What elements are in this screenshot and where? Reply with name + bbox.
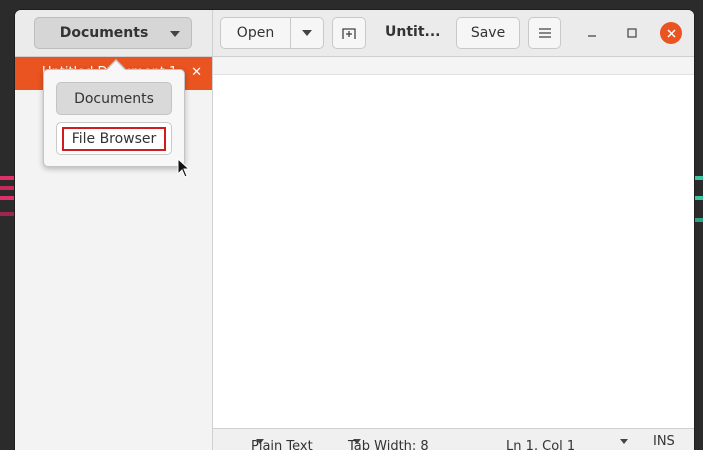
popover-file-browser-label: File Browser: [61, 126, 167, 151]
hamburger-menu-icon: [538, 28, 551, 38]
close-window-button[interactable]: [660, 22, 682, 44]
hamburger-menu-button[interactable]: [528, 17, 561, 49]
minimize-button[interactable]: [580, 21, 604, 45]
document-title: Untit...: [385, 24, 441, 40]
maximize-icon: [627, 28, 637, 38]
maximize-button[interactable]: [620, 21, 644, 45]
cursor-position-label: Ln 1, Col 1: [506, 439, 576, 450]
popover-file-browser-option[interactable]: File Browser: [56, 122, 172, 155]
chevron-down-icon: [620, 439, 628, 444]
position-dropdown[interactable]: [615, 434, 628, 449]
close-document-icon[interactable]: ✕: [191, 65, 202, 80]
language-selector[interactable]: Plain Text: [251, 434, 313, 450]
tab-width-selector[interactable]: Tab Width: 8: [348, 434, 429, 450]
status-bar: Plain Text Tab Width: 8 Ln 1, Col 1 INS: [213, 428, 694, 450]
desktop-stripe: [0, 176, 15, 180]
header-bar: Documents Open Untit... Save: [15, 10, 694, 57]
popover-documents-label: Documents: [74, 90, 154, 107]
chevron-down-icon: [170, 31, 180, 37]
desktop-stripe: [694, 196, 703, 200]
new-tab-icon: [342, 28, 356, 39]
open-recent-dropdown-button[interactable]: [290, 17, 324, 49]
tab-width-label: Tab Width: 8: [348, 439, 429, 450]
insert-mode-indicator[interactable]: INS: [653, 434, 675, 449]
desktop-stripe: [0, 212, 15, 216]
save-button[interactable]: Save: [456, 17, 520, 49]
desktop-stripe: [0, 196, 15, 200]
side-panel-switcher-label: Documents: [59, 25, 149, 41]
text-editor-area[interactable]: [213, 57, 694, 428]
chevron-down-icon: [302, 30, 312, 36]
popover-documents-option[interactable]: Documents: [56, 82, 172, 115]
desktop-stripe: [0, 186, 15, 190]
desktop-stripe: [694, 218, 703, 222]
mouse-pointer-icon: [177, 158, 191, 178]
language-label: Plain Text: [251, 439, 313, 450]
side-panel-switcher-button[interactable]: Documents: [34, 17, 192, 49]
open-button[interactable]: Open: [220, 17, 291, 49]
close-icon: [666, 28, 676, 38]
open-button-label: Open: [236, 25, 275, 41]
side-panel-popover: Documents File Browser: [43, 69, 185, 167]
desktop-stripe: [694, 176, 703, 180]
header-divider: [212, 10, 213, 56]
tab-strip: [213, 57, 694, 75]
minimize-icon: [588, 35, 596, 37]
new-tab-button[interactable]: [332, 17, 366, 49]
save-button-label: Save: [470, 25, 506, 41]
popover-arrow-fill: [107, 61, 125, 70]
